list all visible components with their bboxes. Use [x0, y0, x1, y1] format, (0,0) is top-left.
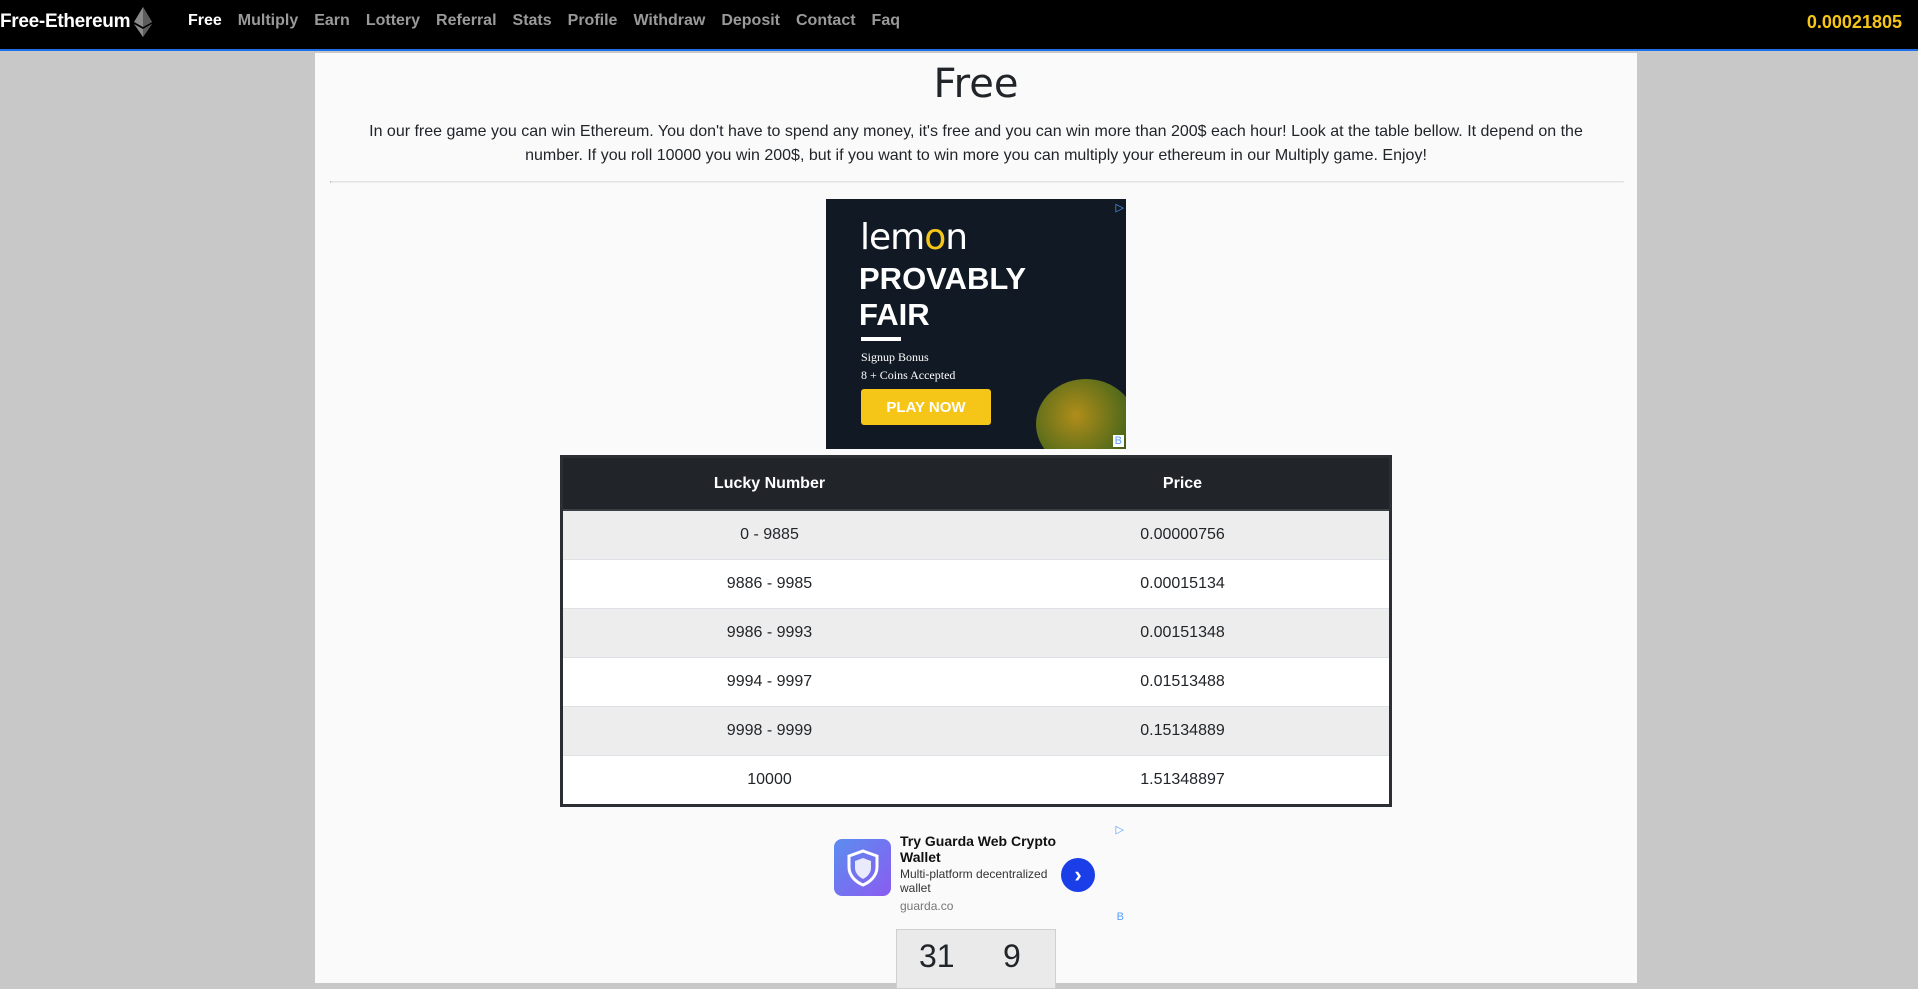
adchoices-icon[interactable]: ▷ [1116, 823, 1124, 836]
ad-headline: PROVABLY FAIR [859, 261, 1026, 333]
table-row: 10000 1.51348897 [561, 755, 1391, 806]
lucky-number-cell: 0 - 9885 [561, 509, 976, 560]
nav-multiply[interactable]: Multiply [238, 12, 298, 30]
price-cell: 0.01513488 [976, 657, 1391, 707]
nav-faq[interactable]: Faq [872, 12, 900, 30]
ad-url[interactable]: guarda.co [900, 899, 953, 913]
ad-description: Multi-platform decentralized wallet [900, 867, 1048, 895]
ad-subtext-line2: 8 + Coins Accepted [861, 368, 956, 382]
ethereum-logo-icon [134, 7, 153, 37]
intro-text: In our free game you can win Ethereum. Y… [369, 123, 1583, 164]
table-row: 9994 - 9997 0.01513488 [561, 657, 1391, 707]
header-lucky-number: Lucky Number [561, 456, 976, 511]
table-row: 0 - 9885 0.00000756 [561, 509, 1391, 560]
ad-badge-icon[interactable]: B [1117, 911, 1124, 923]
lucky-number-cell: 9994 - 9997 [561, 657, 976, 707]
ad-badge-icon[interactable]: B [1112, 435, 1124, 447]
nav-contact[interactable]: Contact [796, 12, 856, 30]
price-cell: 0.00151348 [976, 608, 1391, 658]
chevron-right-icon[interactable]: › [1061, 858, 1095, 892]
nav-free[interactable]: Free [188, 12, 222, 30]
nav-lottery[interactable]: Lottery [366, 12, 420, 30]
price-cell: 1.51348897 [976, 755, 1391, 806]
divider [330, 181, 1624, 183]
balance-display: 0.00021805 [1806, 12, 1902, 32]
ad-subtext: Signup Bonus 8 + Coins Accepted [861, 348, 955, 384]
nav-stats[interactable]: Stats [513, 12, 552, 30]
lucky-number-cell: 9886 - 9985 [561, 559, 976, 609]
ad-headline-line1: PROVABLY [859, 261, 1027, 296]
adchoices-icon[interactable]: ▷ [1116, 201, 1124, 214]
price-cell: 0.15134889 [976, 706, 1391, 756]
ad-subtext-line1: Signup Bonus [861, 350, 929, 364]
table-header-row: Lucky Number Price [561, 456, 1391, 511]
nav-referral[interactable]: Referral [436, 12, 496, 30]
nav-profile[interactable]: Profile [568, 12, 618, 30]
shield-logo-icon [834, 839, 891, 896]
ad-headline-line2: FAIR [859, 297, 930, 332]
ad-title[interactable]: Try Guarda Web Crypto Wallet [900, 833, 1070, 865]
lucky-number-cell: 10000 [561, 755, 976, 806]
price-cell: 0.00015134 [976, 559, 1391, 609]
ad-banner[interactable]: ▷ lemon PROVABLY FAIR Signup Bonus 8 + C… [826, 199, 1126, 449]
table-row: 9998 - 9999 0.15134889 [561, 706, 1391, 756]
lucky-number-cell: 9998 - 9999 [561, 706, 976, 756]
header-price: Price [976, 456, 1391, 511]
top-navbar: Free-Ethereum Free Multiply Earn Lottery… [0, 0, 1918, 51]
table-row: 9886 - 9985 0.00015134 [561, 559, 1391, 609]
brand-name: Free-Ethereum [0, 11, 131, 32]
lucky-number-cell: 9986 - 9993 [561, 608, 976, 658]
prize-table: Lucky Number Price 0 - 9885 0.00000756 9… [560, 455, 1392, 807]
table-row: 9986 - 9993 0.00151348 [561, 608, 1391, 658]
ad-play-now-button[interactable]: PLAY NOW [861, 389, 991, 425]
ad-logo: lemon [860, 217, 968, 258]
text-ad[interactable]: ▷ Try Guarda Web Crypto Wallet Multi-pla… [826, 823, 1126, 923]
price-cell: 0.00000756 [976, 509, 1391, 560]
nav-withdraw[interactable]: Withdraw [633, 12, 705, 30]
page-title: Free [933, 61, 1019, 107]
countdown-seconds: 9 [1003, 938, 1021, 974]
ad-rule [861, 337, 901, 341]
nav-links: Free Multiply Earn Lottery Referral Stat… [188, 12, 916, 30]
countdown-timer: 31 9 [896, 929, 1056, 989]
nav-deposit[interactable]: Deposit [721, 12, 780, 30]
main-content: Free In our free game you can win Ethere… [315, 53, 1637, 989]
brand-link[interactable]: Free-Ethereum [0, 7, 153, 37]
nav-earn[interactable]: Earn [314, 12, 350, 30]
countdown-minutes: 31 [919, 938, 955, 974]
